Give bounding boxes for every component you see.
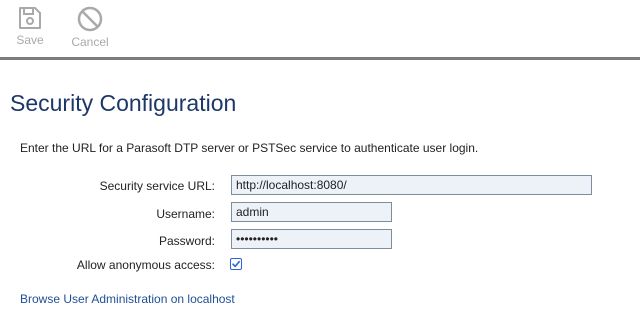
url-label: Security service URL: — [99, 179, 215, 193]
toolbar-divider — [0, 57, 640, 60]
save-label: Save — [16, 33, 44, 47]
url-field[interactable] — [231, 175, 592, 195]
page-title: Security Configuration — [10, 90, 237, 116]
intro-text: Enter the URL for a Parasoft DTP server … — [20, 141, 479, 155]
username-field[interactable] — [231, 202, 392, 222]
anonymous-access-label: Allow anonymous access: — [76, 258, 215, 272]
prohibited-icon — [77, 6, 103, 32]
checkmark-icon — [232, 260, 240, 268]
cancel-label: Cancel — [71, 35, 109, 49]
cancel-button[interactable]: Cancel — [68, 6, 112, 49]
password-label: Password: — [158, 234, 215, 248]
password-field[interactable] — [231, 229, 392, 249]
save-button[interactable]: Save — [14, 6, 46, 47]
floppy-disk-icon — [18, 6, 42, 30]
toolbar: Save Cancel — [0, 0, 640, 57]
browse-user-administration-link[interactable]: Browse User Administration on localhost — [20, 291, 235, 307]
anonymous-access-checkbox[interactable] — [230, 258, 242, 270]
username-label: Username: — [156, 207, 215, 221]
